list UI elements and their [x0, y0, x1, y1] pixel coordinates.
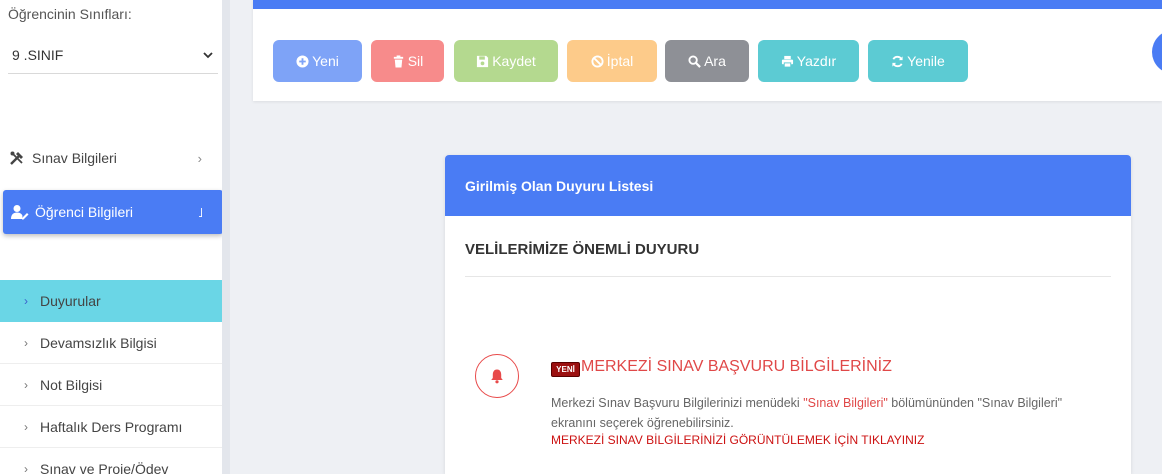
desc-highlight: "Sınav Bilgileri": [803, 396, 888, 410]
chevron-right-icon: ›: [24, 294, 28, 308]
button-label: Kaydet: [492, 53, 536, 69]
submenu-item-label: Devamsızlık Bilgisi: [40, 334, 157, 351]
search-icon: [688, 54, 701, 68]
new-button[interactable]: Yeni: [273, 40, 362, 82]
submenu-item-label: Sınav ve Proje/Ödev: [40, 460, 169, 474]
button-label: İptal: [606, 53, 634, 69]
submenu-item-label: Not Bilgisi: [40, 376, 103, 393]
submenu-item-devamsizlik[interactable]: › Devamsızlık Bilgisi: [0, 322, 222, 364]
submenu-item-ders-programi[interactable]: › Haftalık Ders Programı: [0, 406, 222, 448]
new-badge: YENİ: [551, 362, 580, 377]
sidebar: Öğrencinin Sınıfları: 9 .SINIF Sınav Bil…: [0, 0, 228, 474]
chevron-right-icon: ›: [24, 419, 28, 434]
announcement-list-card: Girilmiş Olan Duyuru Listesi VELİLERİMİZ…: [445, 155, 1131, 474]
announcement-item-link[interactable]: MERKEZİ SINAV BİLGİLERİNİZİ GÖRÜNTÜLEMEK…: [551, 433, 924, 447]
button-label: Ara: [704, 53, 726, 69]
button-label: Yazdır: [796, 53, 837, 69]
chevron-down-icon: [203, 51, 213, 58]
print-icon: [781, 55, 793, 68]
sidebar-scroll-gutter: [222, 0, 230, 474]
announcement-item-title[interactable]: MERKEZİ SINAV BAŞVURU BİLGİLERİNİZ: [581, 358, 892, 376]
chevron-right-icon: ›: [197, 150, 202, 166]
button-label: Yeni: [312, 53, 339, 69]
save-icon: [477, 55, 489, 67]
refresh-icon: [892, 55, 903, 67]
announcement-item-description: Merkezi Sınav Başvuru Bilgilerinizi menü…: [551, 393, 1071, 433]
bell-icon: [475, 354, 519, 398]
announcement-list-header: Girilmiş Olan Duyuru Listesi: [445, 155, 1131, 216]
submenu-item-duyurular[interactable]: › Duyurular: [0, 280, 228, 322]
toolbar: Yeni Sil Kaydet İptal Ara Yazdır Yenile: [253, 0, 1162, 101]
class-label: Öğrencinin Sınıfları:: [8, 6, 132, 22]
print-button[interactable]: Yazdır: [758, 40, 859, 82]
submenu-item-label: Haftalık Ders Programı: [40, 418, 183, 435]
delete-button[interactable]: Sil: [371, 40, 444, 82]
submenu-item-label: Duyurular: [40, 293, 101, 309]
user-edit-icon: [11, 203, 29, 221]
menu-item-label: Öğrenci Bilgileri: [35, 204, 134, 220]
class-select[interactable]: 9 .SINIF: [8, 36, 218, 74]
ban-icon: [591, 54, 604, 68]
trash-icon: [393, 54, 403, 68]
cancel-button[interactable]: İptal: [567, 40, 657, 82]
chevron-right-icon: ›: [24, 335, 28, 350]
refresh-button[interactable]: Yenile: [868, 40, 968, 82]
button-label: Sil: [407, 53, 424, 69]
button-label: Yenile: [907, 53, 945, 69]
chevron-right-icon: ›: [24, 461, 28, 474]
chevron-right-icon: ›: [24, 377, 28, 392]
class-select-value: 9 .SINIF: [12, 46, 64, 63]
divider: [465, 276, 1111, 277]
menu-item-ogrenci-bilgileri[interactable]: Öğrenci Bilgileri ˩: [3, 190, 223, 234]
desc-text: Merkezi Sınav Başvuru Bilgilerinizi menü…: [551, 396, 804, 410]
save-button[interactable]: Kaydet: [454, 40, 558, 82]
submenu-item-not-bilgisi[interactable]: › Not Bilgisi: [0, 364, 222, 406]
submenu-item-sinav-proje[interactable]: › Sınav ve Proje/Ödev: [0, 448, 222, 474]
search-button[interactable]: Ara: [665, 40, 749, 82]
menu-item-sinav-bilgileri[interactable]: Sınav Bilgileri ›: [0, 136, 222, 180]
menu-item-label: Sınav Bilgileri: [32, 150, 117, 166]
plus-circle-icon: [296, 54, 309, 68]
announcement-title: VELİLERİMİZE ÖNEMLİ DUYURU: [465, 241, 700, 258]
chevron-corner-icon: ˩: [198, 204, 203, 220]
tools-icon: [8, 149, 26, 167]
